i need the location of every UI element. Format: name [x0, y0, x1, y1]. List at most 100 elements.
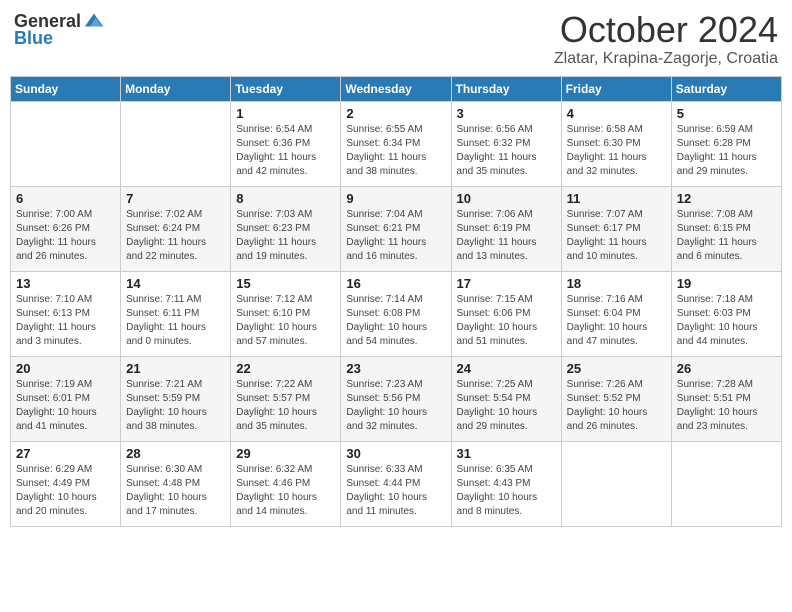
- day-number: 2: [346, 106, 445, 121]
- column-header-monday: Monday: [121, 76, 231, 101]
- calendar-week-row: 20 Sunrise: 7:19 AMSunset: 6:01 PMDaylig…: [11, 356, 782, 441]
- day-number: 12: [677, 191, 776, 206]
- day-number: 5: [677, 106, 776, 121]
- column-header-saturday: Saturday: [671, 76, 781, 101]
- day-number: 24: [457, 361, 556, 376]
- day-number: 19: [677, 276, 776, 291]
- day-info: Sunrise: 7:11 AMSunset: 6:11 PMDaylight:…: [126, 293, 225, 349]
- calendar-cell: 27 Sunrise: 6:29 AMSunset: 4:49 PMDaylig…: [11, 441, 121, 526]
- day-info: Sunrise: 7:15 AMSunset: 6:06 PMDaylight:…: [457, 293, 556, 349]
- day-info: Sunrise: 6:30 AMSunset: 4:48 PMDaylight:…: [126, 463, 225, 519]
- day-info: Sunrise: 7:06 AMSunset: 6:19 PMDaylight:…: [457, 208, 556, 264]
- calendar-cell: 23 Sunrise: 7:23 AMSunset: 5:56 PMDaylig…: [341, 356, 451, 441]
- day-number: 25: [567, 361, 666, 376]
- day-number: 13: [16, 276, 115, 291]
- page-header: General Blue October 2024 Zlatar, Krapin…: [10, 10, 782, 68]
- day-number: 18: [567, 276, 666, 291]
- day-number: 31: [457, 446, 556, 461]
- day-info: Sunrise: 7:02 AMSunset: 6:24 PMDaylight:…: [126, 208, 225, 264]
- calendar-cell: 16 Sunrise: 7:14 AMSunset: 6:08 PMDaylig…: [341, 271, 451, 356]
- calendar-cell: 8 Sunrise: 7:03 AMSunset: 6:23 PMDayligh…: [231, 186, 341, 271]
- day-info: Sunrise: 7:26 AMSunset: 5:52 PMDaylight:…: [567, 378, 666, 434]
- day-number: 29: [236, 446, 335, 461]
- calendar-cell: 15 Sunrise: 7:12 AMSunset: 6:10 PMDaylig…: [231, 271, 341, 356]
- day-info: Sunrise: 6:55 AMSunset: 6:34 PMDaylight:…: [346, 123, 445, 179]
- column-header-thursday: Thursday: [451, 76, 561, 101]
- day-number: 26: [677, 361, 776, 376]
- day-info: Sunrise: 6:35 AMSunset: 4:43 PMDaylight:…: [457, 463, 556, 519]
- logo-blue-text: Blue: [14, 28, 53, 49]
- calendar-cell: 2 Sunrise: 6:55 AMSunset: 6:34 PMDayligh…: [341, 101, 451, 186]
- column-header-tuesday: Tuesday: [231, 76, 341, 101]
- column-header-wednesday: Wednesday: [341, 76, 451, 101]
- day-info: Sunrise: 6:29 AMSunset: 4:49 PMDaylight:…: [16, 463, 115, 519]
- calendar-cell: 6 Sunrise: 7:00 AMSunset: 6:26 PMDayligh…: [11, 186, 121, 271]
- day-number: 20: [16, 361, 115, 376]
- day-info: Sunrise: 7:07 AMSunset: 6:17 PMDaylight:…: [567, 208, 666, 264]
- calendar-cell: 4 Sunrise: 6:58 AMSunset: 6:30 PMDayligh…: [561, 101, 671, 186]
- day-info: Sunrise: 7:23 AMSunset: 5:56 PMDaylight:…: [346, 378, 445, 434]
- day-number: 9: [346, 191, 445, 206]
- column-header-sunday: Sunday: [11, 76, 121, 101]
- calendar-week-row: 13 Sunrise: 7:10 AMSunset: 6:13 PMDaylig…: [11, 271, 782, 356]
- calendar-week-row: 1 Sunrise: 6:54 AMSunset: 6:36 PMDayligh…: [11, 101, 782, 186]
- calendar-week-row: 6 Sunrise: 7:00 AMSunset: 6:26 PMDayligh…: [11, 186, 782, 271]
- calendar-cell: 13 Sunrise: 7:10 AMSunset: 6:13 PMDaylig…: [11, 271, 121, 356]
- day-info: Sunrise: 7:08 AMSunset: 6:15 PMDaylight:…: [677, 208, 776, 264]
- day-number: 22: [236, 361, 335, 376]
- title-block: October 2024 Zlatar, Krapina-Zagorje, Cr…: [554, 10, 778, 68]
- day-number: 16: [346, 276, 445, 291]
- day-number: 27: [16, 446, 115, 461]
- day-info: Sunrise: 7:14 AMSunset: 6:08 PMDaylight:…: [346, 293, 445, 349]
- calendar-cell: 30 Sunrise: 6:33 AMSunset: 4:44 PMDaylig…: [341, 441, 451, 526]
- day-number: 17: [457, 276, 556, 291]
- calendar-cell: 29 Sunrise: 6:32 AMSunset: 4:46 PMDaylig…: [231, 441, 341, 526]
- calendar-cell: 10 Sunrise: 7:06 AMSunset: 6:19 PMDaylig…: [451, 186, 561, 271]
- day-info: Sunrise: 7:03 AMSunset: 6:23 PMDaylight:…: [236, 208, 335, 264]
- calendar-cell: 11 Sunrise: 7:07 AMSunset: 6:17 PMDaylig…: [561, 186, 671, 271]
- calendar-cell: 20 Sunrise: 7:19 AMSunset: 6:01 PMDaylig…: [11, 356, 121, 441]
- column-header-friday: Friday: [561, 76, 671, 101]
- day-number: 3: [457, 106, 556, 121]
- day-info: Sunrise: 7:00 AMSunset: 6:26 PMDaylight:…: [16, 208, 115, 264]
- day-info: Sunrise: 7:16 AMSunset: 6:04 PMDaylight:…: [567, 293, 666, 349]
- day-info: Sunrise: 7:28 AMSunset: 5:51 PMDaylight:…: [677, 378, 776, 434]
- logo-icon: [83, 10, 105, 32]
- day-info: Sunrise: 6:33 AMSunset: 4:44 PMDaylight:…: [346, 463, 445, 519]
- day-number: 4: [567, 106, 666, 121]
- calendar-header-row: SundayMondayTuesdayWednesdayThursdayFrid…: [11, 76, 782, 101]
- day-info: Sunrise: 7:19 AMSunset: 6:01 PMDaylight:…: [16, 378, 115, 434]
- calendar-table: SundayMondayTuesdayWednesdayThursdayFrid…: [10, 76, 782, 527]
- day-info: Sunrise: 6:54 AMSunset: 6:36 PMDaylight:…: [236, 123, 335, 179]
- day-info: Sunrise: 7:21 AMSunset: 5:59 PMDaylight:…: [126, 378, 225, 434]
- calendar-cell: 9 Sunrise: 7:04 AMSunset: 6:21 PMDayligh…: [341, 186, 451, 271]
- day-info: Sunrise: 6:56 AMSunset: 6:32 PMDaylight:…: [457, 123, 556, 179]
- calendar-cell: 28 Sunrise: 6:30 AMSunset: 4:48 PMDaylig…: [121, 441, 231, 526]
- day-number: 28: [126, 446, 225, 461]
- day-number: 1: [236, 106, 335, 121]
- day-info: Sunrise: 6:32 AMSunset: 4:46 PMDaylight:…: [236, 463, 335, 519]
- calendar-cell: 1 Sunrise: 6:54 AMSunset: 6:36 PMDayligh…: [231, 101, 341, 186]
- day-info: Sunrise: 7:18 AMSunset: 6:03 PMDaylight:…: [677, 293, 776, 349]
- calendar-cell: 14 Sunrise: 7:11 AMSunset: 6:11 PMDaylig…: [121, 271, 231, 356]
- day-number: 10: [457, 191, 556, 206]
- calendar-cell: 19 Sunrise: 7:18 AMSunset: 6:03 PMDaylig…: [671, 271, 781, 356]
- day-info: Sunrise: 7:22 AMSunset: 5:57 PMDaylight:…: [236, 378, 335, 434]
- calendar-cell: 24 Sunrise: 7:25 AMSunset: 5:54 PMDaylig…: [451, 356, 561, 441]
- calendar-cell: 12 Sunrise: 7:08 AMSunset: 6:15 PMDaylig…: [671, 186, 781, 271]
- day-number: 30: [346, 446, 445, 461]
- calendar-cell: 18 Sunrise: 7:16 AMSunset: 6:04 PMDaylig…: [561, 271, 671, 356]
- calendar-cell: 21 Sunrise: 7:21 AMSunset: 5:59 PMDaylig…: [121, 356, 231, 441]
- day-number: 23: [346, 361, 445, 376]
- day-number: 6: [16, 191, 115, 206]
- day-number: 7: [126, 191, 225, 206]
- calendar-cell: 31 Sunrise: 6:35 AMSunset: 4:43 PMDaylig…: [451, 441, 561, 526]
- calendar-cell: 5 Sunrise: 6:59 AMSunset: 6:28 PMDayligh…: [671, 101, 781, 186]
- day-info: Sunrise: 7:25 AMSunset: 5:54 PMDaylight:…: [457, 378, 556, 434]
- calendar-cell: [121, 101, 231, 186]
- day-info: Sunrise: 6:58 AMSunset: 6:30 PMDaylight:…: [567, 123, 666, 179]
- logo: General Blue: [14, 10, 105, 49]
- day-info: Sunrise: 7:10 AMSunset: 6:13 PMDaylight:…: [16, 293, 115, 349]
- calendar-cell: [11, 101, 121, 186]
- day-number: 14: [126, 276, 225, 291]
